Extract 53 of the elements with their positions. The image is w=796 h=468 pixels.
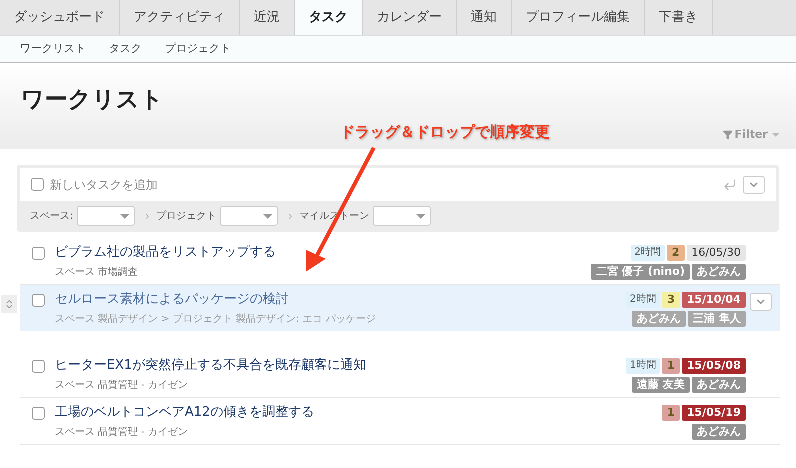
- select-field[interactable]: [220, 206, 278, 226]
- assignee-tag: あどみん: [692, 264, 746, 280]
- checkbox[interactable]: [32, 246, 45, 260]
- task-meta: スペース 市場調査: [55, 266, 140, 280]
- caret-icon: [120, 214, 130, 218]
- new-task-field[interactable]: 新しいタスクを追加: [20, 168, 776, 201]
- select-field[interactable]: [373, 206, 432, 226]
- assignee-tag: あどみん: [692, 424, 746, 440]
- task-title[interactable]: 工場のベルトコンベアA12の傾きを調整する: [55, 403, 314, 423]
- assignee-tag: 三浦 隼人: [688, 311, 746, 327]
- task-title[interactable]: セルロース素材によるパッケージの検討: [55, 290, 289, 310]
- subnav-link[interactable]: ワークリスト: [20, 40, 86, 58]
- page-title: ワークリスト: [21, 86, 164, 115]
- task-title[interactable]: ビブラム社の製品をリストアップする: [55, 243, 276, 263]
- caret-icon: [263, 214, 274, 218]
- due-date-badge: 15/10/04: [682, 292, 746, 308]
- caret-icon: [772, 132, 780, 137]
- task-meta: スペース 品質管理 - カイゼン: [55, 378, 190, 393]
- due-date-badge: 16/05/30: [686, 245, 746, 261]
- select-field[interactable]: [77, 206, 136, 226]
- new-task-input[interactable]: 新しいタスクを追加: [50, 176, 717, 194]
- dropdown-button[interactable]: [750, 293, 772, 311]
- assignee-tag: あどみん: [692, 377, 746, 393]
- drag-handle-icon[interactable]: [1, 295, 17, 313]
- assignee-tag: 遠藤 友美: [632, 377, 690, 393]
- caret-icon: [416, 214, 426, 218]
- assignee-tag: 二宮 優子 (nino): [591, 264, 690, 280]
- due-date-badge: 15/05/08: [682, 358, 746, 374]
- annotation-text: ドラッグ＆ドロップで順序変更: [340, 122, 550, 143]
- task-meta: スペース 品質管理 - カイゼン: [55, 426, 190, 440]
- nav-tab[interactable]: タスク: [295, 0, 363, 35]
- filter-label: プロジェクト: [156, 210, 216, 224]
- filter-icon: [722, 130, 733, 140]
- assignee-tag: あどみん: [632, 311, 686, 327]
- priority-badge: 3: [662, 292, 680, 308]
- checkbox[interactable]: [31, 178, 44, 191]
- due-date-badge: 15/05/19: [682, 405, 746, 421]
- checkbox[interactable]: [32, 360, 45, 372]
- subnav-link[interactable]: タスク: [109, 40, 142, 58]
- estimate-badge: 2時間: [630, 245, 665, 261]
- checkbox[interactable]: [32, 294, 45, 306]
- dropdown-button[interactable]: [743, 176, 765, 194]
- estimate-badge: 1時間: [626, 358, 660, 374]
- return-icon: [723, 178, 737, 192]
- filter-label: スペース:: [30, 210, 74, 224]
- priority-badge: 1: [662, 405, 680, 421]
- priority-badge: 2: [666, 245, 685, 261]
- checkbox[interactable]: [32, 406, 45, 420]
- task-meta: スペース 製品デザイン > プロジェクト 製品デザイン: エコ パッケージ: [55, 312, 377, 327]
- subnav-link[interactable]: プロジェクト: [165, 40, 231, 58]
- estimate-badge: 2時間: [626, 292, 660, 308]
- priority-badge: 1: [662, 358, 680, 374]
- task-title[interactable]: ヒーターEX1が突然停止する不具合を既存顧客に通知: [55, 356, 366, 376]
